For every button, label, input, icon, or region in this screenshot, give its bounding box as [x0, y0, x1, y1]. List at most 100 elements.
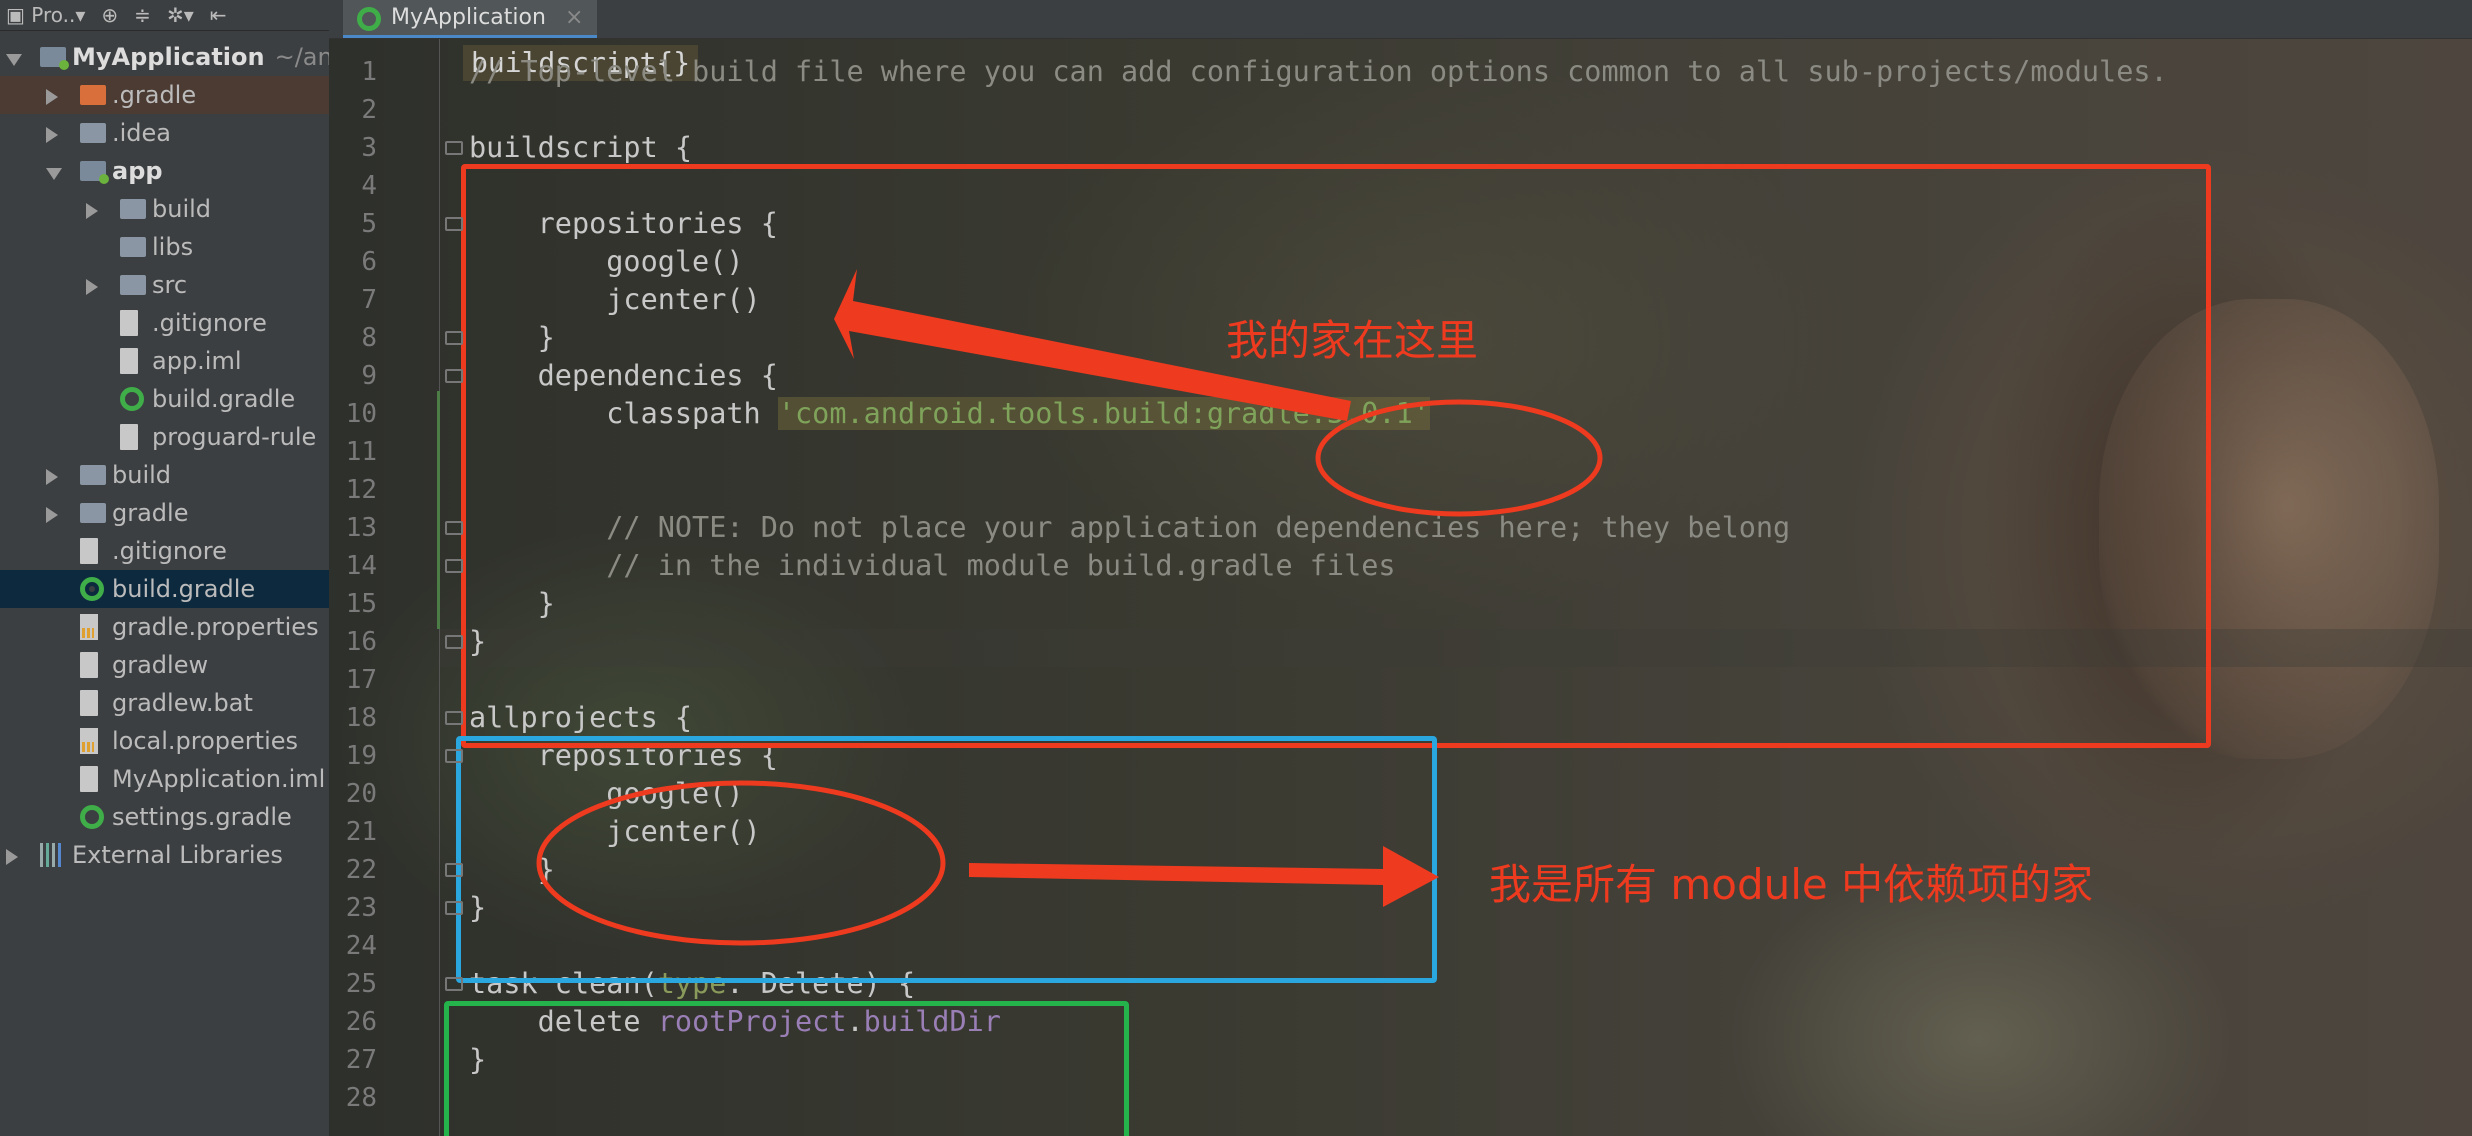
annotation-overlay	[536, 269, 1603, 946]
gear-icon[interactable]: ✲▾	[167, 3, 194, 27]
project-tree: MyApplication ~/an .gradle .idea app build lib…	[0, 38, 329, 874]
folder-icon	[80, 85, 106, 105]
fold-marker-icon[interactable]	[445, 901, 463, 915]
hide-icon[interactable]: ⇤	[210, 3, 227, 27]
tree-row-text: MyApplication	[72, 43, 265, 71]
tree-row[interactable]: settings.gradle	[0, 798, 329, 836]
tree-row[interactable]: build	[0, 190, 329, 228]
tree-row[interactable]: gradle.properties	[0, 608, 329, 646]
collapse-icon[interactable]: ≑	[134, 3, 151, 27]
tree-row[interactable]: build.gradle	[0, 380, 329, 418]
code-editor[interactable]: 1 2 3 4 5 6 7 8 9 10 11 12 13 14 15 16 17 18 19 20 21 22 23 24 2…	[329, 39, 2472, 1136]
tree-row-text: .gitignore	[112, 537, 227, 565]
tree-row[interactable]: .gitignore	[0, 304, 329, 342]
tree-row-text: .gradle	[112, 81, 197, 109]
tree-row-label: proguard-rule	[152, 418, 316, 456]
chevron-down-icon[interactable]	[46, 168, 62, 180]
gradle-icon	[80, 577, 104, 601]
fold-marker-icon[interactable]	[445, 711, 463, 725]
chevron-down-icon[interactable]	[6, 54, 22, 66]
chevron-right-icon[interactable]	[46, 127, 58, 143]
tree-row[interactable]: MyApplication.iml	[0, 760, 329, 798]
tree-row[interactable]: build.gradle	[0, 570, 329, 608]
tree-row-label: gradle	[112, 494, 188, 532]
tree-row-text: .idea	[112, 119, 172, 147]
tree-row-label: .gitignore	[112, 532, 227, 570]
project-view-dropdown[interactable]: ▣ Pro..▾	[6, 3, 85, 27]
tree-row-label: libs	[152, 228, 193, 266]
tree-row-label: build.gradle	[152, 380, 295, 418]
tree-row-text: settings.gradle	[112, 803, 292, 831]
file-icon	[120, 310, 138, 336]
tree-row-text: src	[152, 271, 188, 299]
editor-tab-bar: MyApplication ×	[329, 0, 2472, 39]
tree-row[interactable]: .gitignore	[0, 532, 329, 570]
tree-row[interactable]: gradlew.bat	[0, 684, 329, 722]
file-icon	[80, 766, 98, 792]
fold-marker-icon[interactable]	[445, 141, 463, 155]
tree-row-text: build.gradle	[112, 575, 256, 603]
module-folder-icon	[40, 47, 69, 70]
tree-row-text: build	[152, 195, 212, 223]
tree-row[interactable]: proguard-rule	[0, 418, 329, 456]
tree-row[interactable]: .gradle	[0, 76, 329, 114]
tree-row-label: app.iml	[152, 342, 242, 380]
fold-marker-icon[interactable]	[445, 635, 463, 649]
tree-row[interactable]: gradle	[0, 494, 329, 532]
chevron-right-icon[interactable]	[46, 89, 58, 105]
tree-row-label: gradlew	[112, 646, 208, 684]
tree-row-text: .gitignore	[152, 309, 267, 337]
folder-icon	[80, 123, 106, 143]
tree-row-text: gradlew	[112, 651, 209, 679]
folder-icon	[120, 199, 146, 219]
chevron-right-icon[interactable]	[86, 203, 98, 219]
fold-marker-icon[interactable]	[445, 977, 463, 991]
file-icon	[120, 424, 138, 450]
fold-marker-icon[interactable]	[445, 331, 463, 345]
fold-marker-icon[interactable]	[445, 521, 463, 535]
chevron-right-icon[interactable]	[46, 507, 58, 523]
tree-row-text: gradlew.bat	[112, 689, 253, 717]
chevron-right-icon[interactable]	[46, 469, 58, 485]
fold-marker-icon[interactable]	[445, 217, 463, 231]
tree-row[interactable]: app.iml	[0, 342, 329, 380]
tree-row[interactable]: local.properties	[0, 722, 329, 760]
folder-icon	[80, 503, 106, 523]
tree-row[interactable]: External Libraries	[0, 836, 329, 874]
gradle-icon	[357, 7, 381, 31]
project-icon: ▣	[6, 3, 32, 27]
tree-row[interactable]: build	[0, 456, 329, 494]
tree-row-label: src	[152, 266, 187, 304]
fold-marker-icon[interactable]	[445, 559, 463, 573]
target-icon[interactable]: ⊕	[101, 3, 118, 27]
fold-marker-icon[interactable]	[445, 749, 463, 763]
tree-row-label: app	[112, 152, 163, 190]
tree-row-label: settings.gradle	[112, 798, 292, 836]
close-icon[interactable]: ×	[565, 5, 583, 30]
tree-row[interactable]: gradlew	[0, 646, 329, 684]
tree-row[interactable]: libs	[0, 228, 329, 266]
home-annotation: 我的家在这里	[1226, 316, 1479, 365]
tree-row-text: gradle.properties	[112, 613, 319, 641]
folder-icon	[80, 465, 106, 485]
tree-row-label: External Libraries	[72, 836, 283, 874]
tree-row-label: gradle.properties	[112, 608, 319, 646]
arrow-to-modules-label	[969, 846, 1439, 907]
tree-row-label: .gitignore	[152, 304, 267, 342]
tree-row[interactable]: .idea	[0, 114, 329, 152]
tree-row-text: External Libraries	[72, 841, 283, 869]
tree-row-text: proguard-rule	[152, 423, 317, 451]
repositories-circle	[536, 780, 946, 946]
tree-row[interactable]: MyApplication ~/an	[0, 38, 329, 76]
tab-myapplication[interactable]: MyApplication ×	[343, 0, 598, 38]
tree-row-label: build	[152, 190, 211, 228]
fold-marker-icon[interactable]	[445, 863, 463, 877]
fold-marker-icon[interactable]	[445, 369, 463, 383]
tree-row[interactable]: src	[0, 266, 329, 304]
tree-row-label: .idea	[112, 114, 171, 152]
tree-row[interactable]: app	[0, 152, 329, 190]
chevron-right-icon[interactable]	[6, 849, 18, 865]
tree-row-label: build	[112, 456, 171, 494]
chevron-right-icon[interactable]	[86, 279, 98, 295]
tree-row-path: ~/an	[274, 43, 329, 71]
